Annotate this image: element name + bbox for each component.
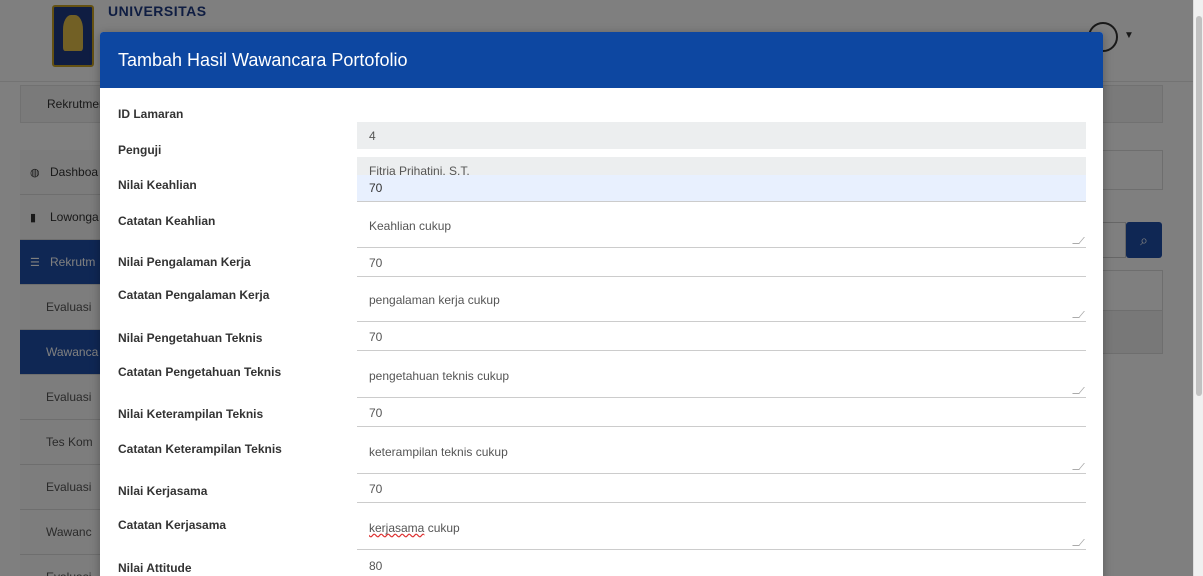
catatan-keahlian-textarea[interactable]: Keahlian cukup [357,208,1086,248]
nilai-attitude-input[interactable]: 80 [357,553,1086,576]
textarea-word: cukup [427,521,460,535]
field-label: Catatan Keahlian [118,214,216,228]
resize-handle-icon[interactable] [1072,237,1085,244]
resize-handle-icon[interactable] [1072,387,1085,394]
field-label: Nilai Attitude [118,561,192,575]
textarea-value: pengalaman kerja cukup [369,293,500,307]
field-label: Nilai Pengalaman Kerja [118,255,251,269]
field-label: Catatan Pengalaman Kerja [118,288,270,302]
textarea-value: kerjasama cukup [369,521,460,535]
field-label: Nilai Pengetahuan Teknis [118,331,263,345]
catatan-pengetahuan-teknis-textarea[interactable]: pengetahuan teknis cukup [357,358,1086,398]
field-label: Catatan Keterampilan Teknis [118,442,282,456]
textarea-value: keterampilan teknis cukup [369,445,508,459]
resize-handle-icon[interactable] [1072,311,1085,318]
nilai-pengetahuan-teknis-input[interactable]: 70 [357,324,1086,351]
field-label: ID Lamaran [118,107,184,121]
field-label: Catatan Pengetahuan Teknis [118,365,282,379]
nilai-pengalaman-kerja-input[interactable]: 70 [357,250,1086,277]
catatan-keterampilan-teknis-textarea[interactable]: keterampilan teknis cukup [357,434,1086,474]
misspelled-word: kerjasama [369,521,425,535]
modal-header: Tambah Hasil Wawancara Portofolio [100,32,1103,88]
nilai-kerjasama-input[interactable]: 70 [357,476,1086,503]
resize-handle-icon[interactable] [1072,463,1085,470]
textarea-value: pengetahuan teknis cukup [369,369,510,383]
field-label: Nilai Kerjasama [118,484,208,498]
modal-title: Tambah Hasil Wawancara Portofolio [118,50,408,70]
nilai-keahlian-input[interactable]: 70 [357,175,1086,202]
field-label: Nilai Keahlian [118,178,197,192]
field-label: Penguji [118,143,162,157]
scrollbar-thumb[interactable] [1196,16,1202,396]
catatan-kerjasama-textarea[interactable]: kerjasama cukup [357,510,1086,550]
add-interview-result-modal: Tambah Hasil Wawancara Portofolio ID Lam… [100,32,1103,576]
resize-handle-icon[interactable] [1072,539,1085,546]
field-label: Catatan Kerjasama [118,518,227,532]
page-scrollbar[interactable] [1193,0,1203,576]
field-label: Nilai Keterampilan Teknis [118,407,264,421]
catatan-pengalaman-kerja-textarea[interactable]: pengalaman kerja cukup [357,282,1086,322]
textarea-value: Keahlian cukup [369,219,452,233]
id-lamaran-field: 4 [357,122,1086,149]
nilai-keterampilan-teknis-input[interactable]: 70 [357,400,1086,427]
